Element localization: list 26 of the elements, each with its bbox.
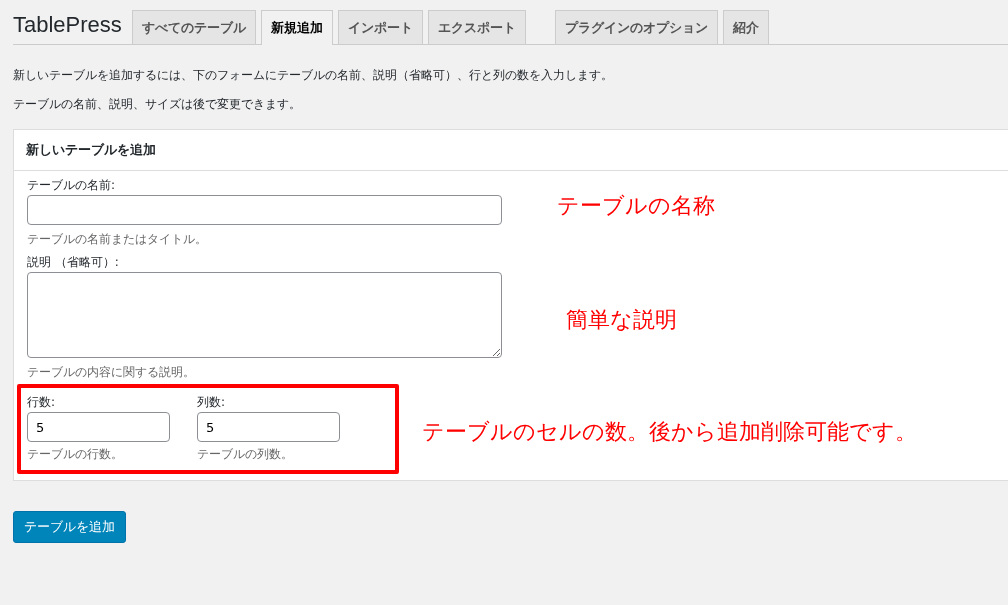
rows-field[interactable]: 5 — [27, 412, 170, 442]
nav-tab[interactable]: 新規追加 — [260, 10, 333, 45]
field-label: テーブルの名前: — [27, 177, 117, 193]
field-label: 説明 （省略可）: — [27, 254, 120, 270]
field-hint: テーブルの行数。 — [27, 446, 124, 462]
field-label: 行数: — [27, 394, 57, 410]
nav-tab[interactable]: インポート — [337, 10, 423, 44]
nav-tab[interactable]: 紹介 — [722, 10, 769, 44]
intro-text: テーブルの名前、説明、サイズは後で変更できます。 — [13, 97, 302, 111]
table-name-field[interactable] — [27, 195, 502, 225]
field-hint: テーブルの列数。 — [197, 446, 294, 462]
nav-tab[interactable]: すべてのテーブル — [131, 10, 256, 44]
field-hint: テーブルの名前またはタイトル。 — [27, 231, 208, 247]
annotation-text: 簡単な説明 — [566, 306, 677, 334]
card-title: 新しいテーブルを追加 — [14, 130, 1008, 171]
nav-tab[interactable]: プラグインのオプション — [554, 10, 718, 44]
app-title: TablePress — [13, 12, 122, 39]
add-table-button[interactable]: テーブルを追加 — [13, 511, 126, 543]
annotation-text: テーブルの名称 — [557, 192, 715, 220]
field-label: 列数: — [197, 394, 227, 410]
columns-field[interactable]: 5 — [197, 412, 340, 442]
annotation-text: テーブルのセルの数。後から追加削除可能です。 — [422, 418, 917, 446]
nav-tab[interactable]: エクスポート — [427, 10, 526, 44]
field-hint: テーブルの内容に関する説明。 — [27, 364, 196, 380]
description-field[interactable] — [27, 272, 502, 358]
intro-text: 新しいテーブルを追加するには、下のフォームにテーブルの名前、説明（省略可）、行と列の数を入力します。 — [13, 68, 614, 82]
